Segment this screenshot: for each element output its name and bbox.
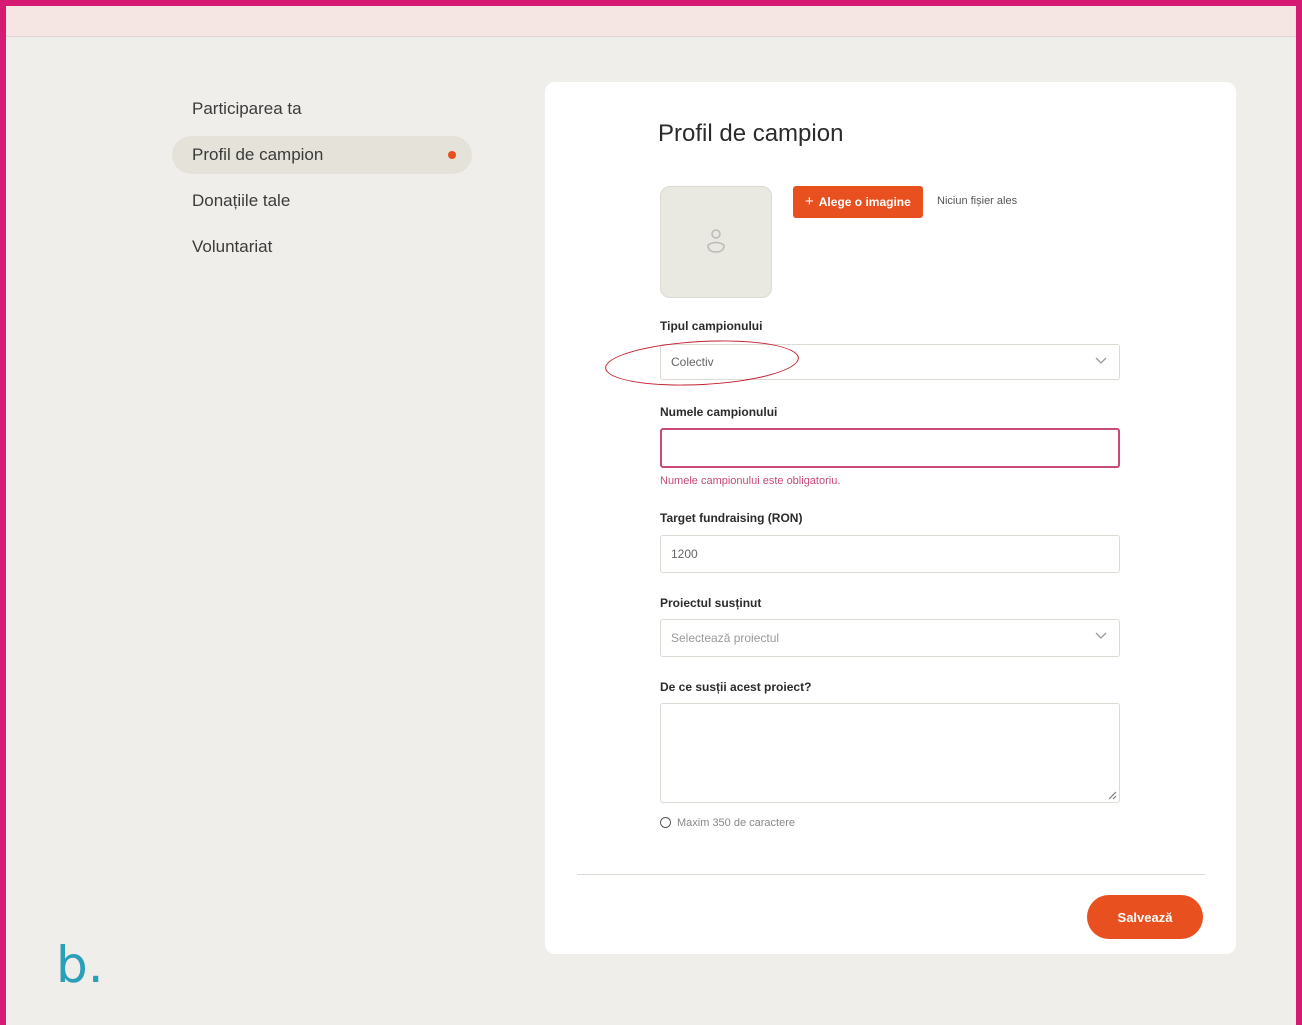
plus-icon: + — [805, 193, 814, 210]
champion-name-input[interactable] — [660, 428, 1120, 468]
annotation-ellipse — [603, 335, 801, 391]
reason-label: De ce susții acest proiect? — [660, 680, 812, 694]
fundraising-target-input[interactable] — [660, 535, 1120, 573]
sidebar-item-label: Profil de campion — [192, 145, 324, 164]
top-bar — [6, 6, 1296, 37]
sidebar-nav: Participarea ta Profil de campion Donați… — [172, 90, 472, 274]
choose-image-button[interactable]: + Alege o imagine — [793, 186, 923, 218]
no-file-text: Niciun fișier ales — [937, 195, 1018, 207]
info-circle-icon — [660, 817, 671, 828]
chevron-down-icon — [1095, 357, 1107, 364]
sidebar-item-volunteering[interactable]: Voluntariat — [172, 228, 472, 266]
sidebar-item-participation[interactable]: Participarea ta — [172, 90, 472, 128]
choose-image-label: Alege o imagine — [818, 195, 911, 209]
divider — [577, 874, 1205, 875]
champion-name-label: Numele campionului — [660, 405, 778, 419]
sidebar-item-label: Voluntariat — [192, 237, 273, 256]
avatar-placeholder — [660, 186, 772, 298]
supported-project-placeholder: Selectează proiectul — [671, 631, 780, 645]
profile-card: Profil de campion + Alege o imagine Niciu… — [545, 82, 1236, 954]
reason-textarea[interactable] — [660, 703, 1120, 803]
fundraising-target-label: Target fundraising (RON) — [660, 511, 803, 525]
character-limit-text: Maxim 350 de caractere — [677, 817, 795, 829]
supported-project-select[interactable]: Selectează proiectul — [660, 619, 1120, 657]
chevron-down-icon — [1095, 632, 1107, 639]
champion-type-label: Tipul campionului — [660, 319, 763, 333]
save-button[interactable]: Salvează — [1087, 895, 1203, 939]
supported-project-label: Proiectul susținut — [660, 596, 762, 610]
screenshot-frame: Participarea ta Profil de campion Donați… — [0, 0, 1302, 1025]
resize-handle-icon[interactable] — [1107, 790, 1117, 800]
sidebar-item-label: Participarea ta — [192, 99, 302, 118]
active-dot-icon — [448, 151, 456, 159]
champion-name-error: Numele campionului este obligatoriu. — [660, 475, 841, 487]
figure-label: b. — [56, 936, 104, 994]
sidebar-item-label: Donațiile tale — [192, 191, 291, 210]
sidebar-item-champion-profile[interactable]: Profil de campion — [172, 136, 472, 174]
user-icon — [707, 229, 725, 253]
page-title: Profil de campion — [658, 120, 844, 147]
character-limit-hint: Maxim 350 de caractere — [660, 817, 795, 829]
sidebar-item-donations[interactable]: Donațiile tale — [172, 182, 472, 220]
